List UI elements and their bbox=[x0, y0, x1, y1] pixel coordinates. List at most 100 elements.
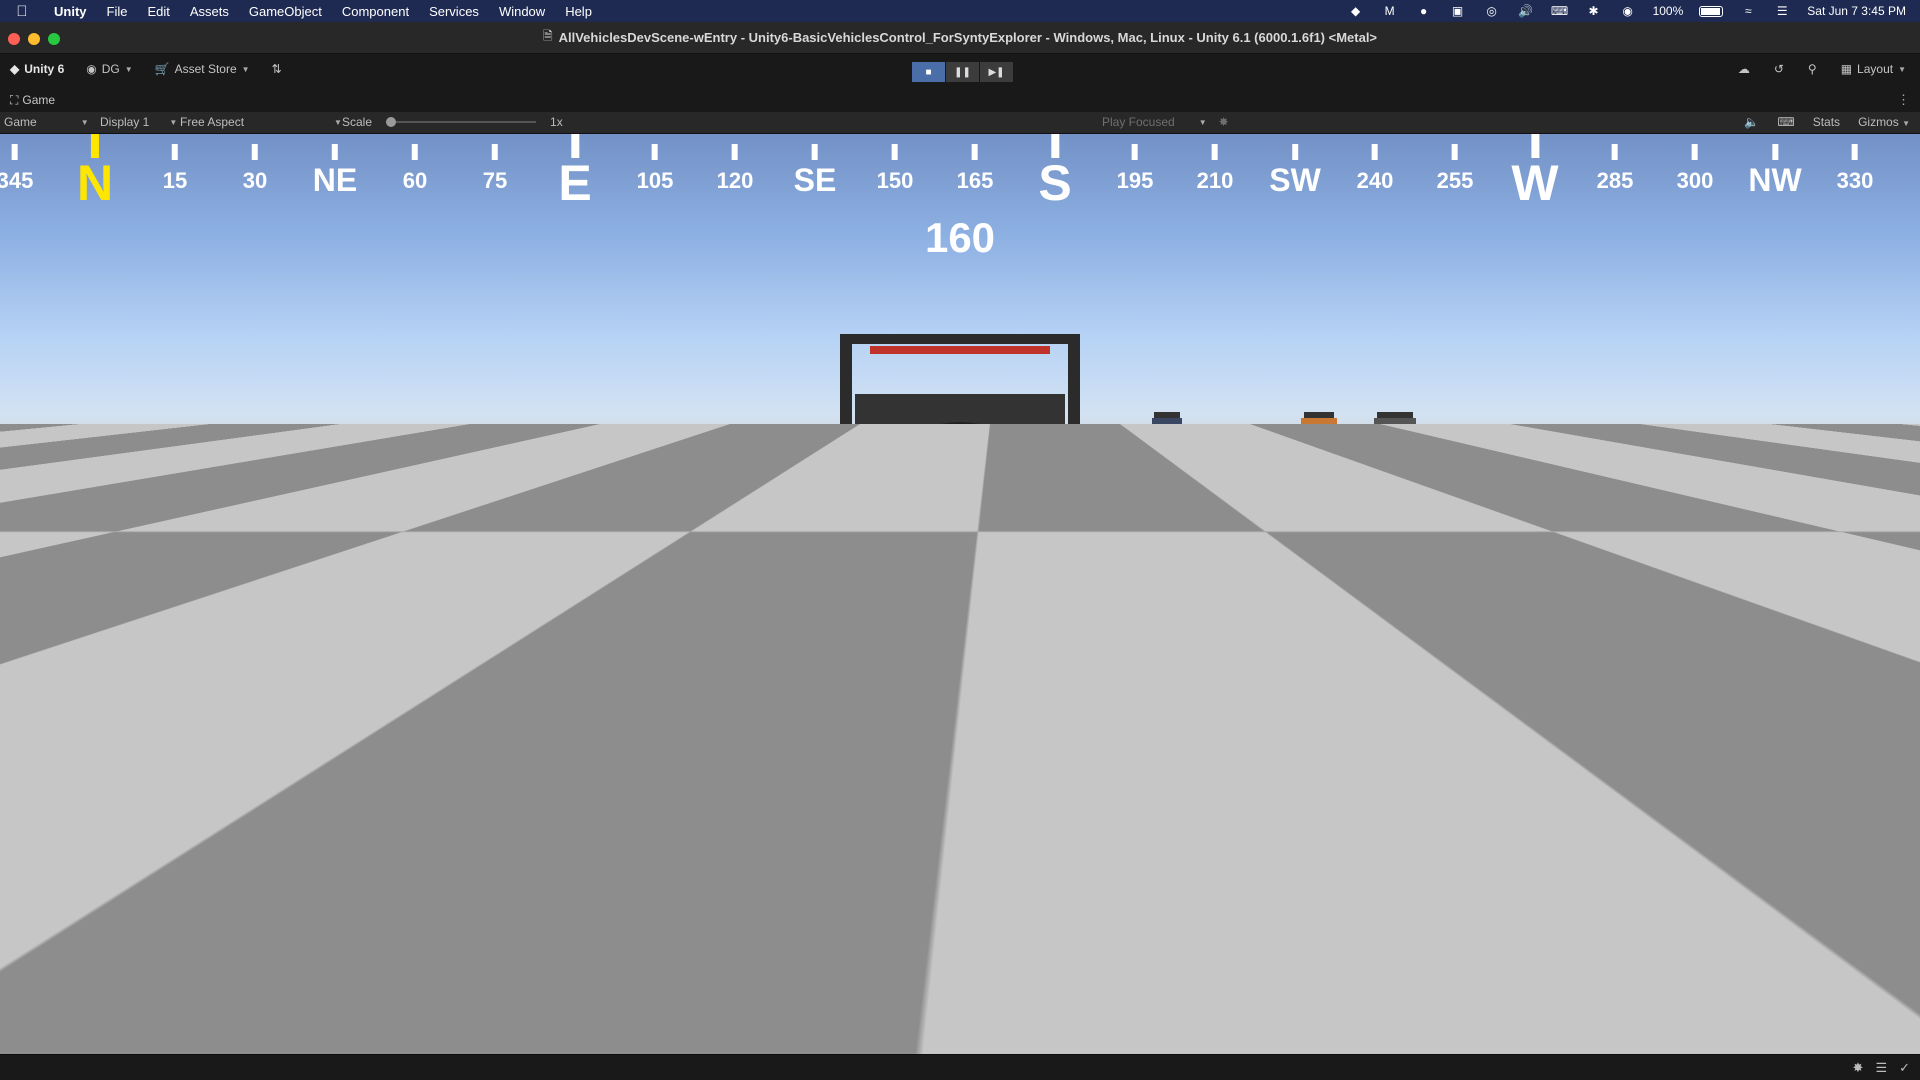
display-dropdown[interactable]: Display 1 ▼ bbox=[100, 115, 177, 129]
compass-mark: 255 bbox=[1437, 134, 1473, 194]
chevron-down-icon: ▼ bbox=[80, 117, 89, 127]
game-view[interactable]: 345 N 15 30 NE 60 75 E 105 120 SE 150 165 S 195 210 SW 24… bbox=[0, 134, 1920, 1054]
menu-help[interactable]: Help bbox=[555, 4, 602, 19]
speedometer-label: 60 bbox=[81, 878, 98, 895]
menu-assets[interactable]: Assets bbox=[180, 4, 239, 19]
apple-icon[interactable]:  bbox=[0, 3, 44, 20]
menu-file[interactable]: File bbox=[97, 4, 138, 19]
speedometer-tick bbox=[194, 999, 206, 1012]
menu-services[interactable]: Services bbox=[419, 4, 489, 19]
document-icon: 🗎 bbox=[542, 29, 553, 43]
account-dropdown[interactable]: ◉ DG ▼ bbox=[86, 62, 132, 76]
menu-edit[interactable]: Edit bbox=[137, 4, 179, 19]
compass-tick bbox=[1372, 144, 1378, 160]
asset-store-dropdown[interactable]: 🛒 Asset Store ▼ bbox=[155, 62, 250, 76]
compass-mark: S bbox=[1038, 134, 1072, 212]
compass-mark: 240 bbox=[1357, 134, 1393, 194]
speedometer-label: 160 bbox=[194, 949, 219, 966]
speedometer: 0 20 4060 80 100 120 140 160 180 bbox=[40, 834, 240, 1012]
wifi-icon[interactable]: ≈ bbox=[1739, 4, 1757, 18]
keyboard-shortcuts-icon[interactable]: ⌨ bbox=[1777, 115, 1794, 129]
compass-tick bbox=[1852, 144, 1858, 160]
user-icon[interactable]: ◉ bbox=[1619, 4, 1637, 18]
minimize-window-button[interactable] bbox=[28, 33, 40, 45]
compass-tick bbox=[491, 144, 498, 160]
layers-icon[interactable]: ☰ bbox=[1875, 1060, 1887, 1076]
more-options-icon[interactable]: ⋮ bbox=[1897, 92, 1910, 108]
layout-dropdown[interactable]: ▦ Layout ▼ bbox=[1841, 62, 1906, 76]
volume-icon[interactable]: 🔊 bbox=[1517, 4, 1535, 18]
tab-game[interactable]: ⛶ Game bbox=[0, 93, 55, 108]
game-view-toolbar: Game ▼ Display 1 ▼ Free Aspect ▼ Scale 1… bbox=[0, 112, 1920, 134]
version-control-button[interactable]: ⇅ bbox=[272, 62, 282, 76]
history-icon[interactable]: ↺ bbox=[1774, 62, 1784, 76]
speed-readout: 19 mph bbox=[88, 1014, 202, 1052]
control-center-icon[interactable]: ☰ bbox=[1773, 4, 1791, 18]
gizmos-label: Gizmos bbox=[1858, 115, 1899, 129]
menubar-clock[interactable]: Sat Jun 7 3:45 PM bbox=[1807, 4, 1906, 18]
unity-logo-icon: ◆ bbox=[10, 62, 20, 76]
speedometer-tick bbox=[42, 911, 57, 918]
menu-window[interactable]: Window bbox=[489, 4, 555, 19]
speedometer-tick bbox=[57, 985, 65, 992]
compass-tick bbox=[331, 144, 338, 160]
grammarly-icon[interactable]: ● bbox=[1415, 4, 1433, 18]
compass-label: 195 bbox=[1116, 168, 1154, 193]
macos-menubar:  Unity File Edit Assets GameObject Comp… bbox=[0, 0, 1920, 22]
bug-icon[interactable]: ✸ bbox=[1219, 115, 1229, 129]
compass-tick bbox=[1772, 144, 1778, 160]
menu-component[interactable]: Component bbox=[332, 4, 419, 19]
compass-mark: 30 bbox=[243, 134, 267, 194]
pause-button[interactable]: ❚❚ bbox=[946, 62, 979, 82]
compass-tick bbox=[732, 144, 738, 160]
cloud-icon[interactable]: ☁ bbox=[1738, 62, 1750, 76]
tab-game-label: Game bbox=[22, 93, 56, 107]
malwarebytes-icon[interactable]: M bbox=[1381, 4, 1399, 18]
heading-readout: 160 bbox=[924, 214, 996, 261]
menu-gameobject[interactable]: GameObject bbox=[239, 4, 332, 19]
compass-label: SE bbox=[793, 162, 837, 198]
compass-strip: 345 N 15 30 NE 60 75 E 105 120 SE 150 165 S 195 210 SW 24… bbox=[0, 134, 1920, 211]
speedometer-tick bbox=[50, 974, 59, 980]
compass-mark: 210 bbox=[1197, 134, 1233, 194]
docker-icon[interactable]: ▣ bbox=[1449, 4, 1467, 18]
game-mode-label: Game bbox=[4, 115, 37, 129]
scale-slider[interactable] bbox=[386, 117, 537, 127]
search-icon[interactable]: ⚲ bbox=[1808, 62, 1817, 76]
speedometer-tick bbox=[65, 995, 73, 1002]
speedometer-tick bbox=[51, 886, 59, 892]
window-title: AllVehiclesDevScene-wEntry - Unity6-Basi… bbox=[558, 30, 1378, 45]
compass-mark: 15 bbox=[163, 134, 187, 194]
gizmos-button[interactable]: Gizmos ▼ bbox=[1858, 115, 1910, 129]
zoom-window-button[interactable] bbox=[48, 33, 60, 45]
stats-button[interactable]: Stats bbox=[1813, 115, 1840, 129]
debug-icon[interactable]: ✸ bbox=[1853, 1060, 1864, 1076]
check-circle-icon[interactable]: ✓ bbox=[1899, 1060, 1910, 1076]
unity-status-icon[interactable]: ◆ bbox=[1347, 4, 1365, 18]
menu-app-unity[interactable]: Unity bbox=[44, 4, 97, 19]
compass-mark: SW bbox=[1269, 134, 1321, 199]
chevron-down-icon: ▼ bbox=[1198, 117, 1207, 127]
game-mode-dropdown[interactable]: Game ▼ bbox=[4, 115, 89, 129]
version-control-icon: ⇅ bbox=[271, 62, 282, 76]
step-button[interactable]: ▶❚ bbox=[980, 62, 1013, 82]
keyboard-icon[interactable]: ⌨ bbox=[1551, 4, 1569, 18]
close-window-button[interactable] bbox=[8, 33, 20, 45]
play-focused-dropdown[interactable]: Play Focused ▼ ✸ bbox=[1102, 115, 1229, 129]
aspect-dropdown[interactable]: Free Aspect ▼ bbox=[180, 115, 342, 129]
mute-audio-icon[interactable]: 🔈 bbox=[1744, 115, 1759, 129]
unity-version-button[interactable]: ◆ Unity 6 bbox=[10, 62, 64, 76]
scale-value: 1x bbox=[550, 115, 563, 129]
speedometer-tick bbox=[58, 875, 66, 882]
vpn-icon[interactable]: ◎ bbox=[1483, 4, 1501, 18]
chevron-down-icon: ▼ bbox=[334, 117, 342, 127]
scale-label: Scale bbox=[342, 115, 373, 129]
compass-mark: NE bbox=[313, 134, 357, 199]
play-button[interactable]: ■ bbox=[912, 62, 945, 82]
compass-label: E bbox=[558, 155, 592, 211]
battery-icon[interactable] bbox=[1699, 5, 1724, 17]
scale-slider-handle[interactable] bbox=[386, 117, 397, 127]
compass-mark: 120 bbox=[717, 134, 753, 194]
compass-tick bbox=[1132, 144, 1138, 160]
bluetooth-icon[interactable]: ✱ bbox=[1585, 4, 1603, 18]
